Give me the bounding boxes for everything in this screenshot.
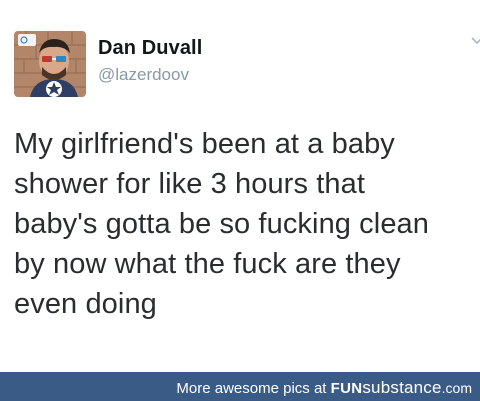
brand-tld: .com — [441, 380, 472, 396]
tweet-card: Dan Duvall @lazerdoov My girlfriend's be… — [0, 0, 480, 372]
chevron-down-icon[interactable] — [470, 34, 480, 48]
footer-credit: More awesome pics at FUNsubstance.com — [176, 378, 472, 398]
avatar[interactable] — [14, 31, 86, 97]
brand-name-light: substance — [362, 378, 442, 397]
tweet-text: My girlfriend's been at a baby shower fo… — [14, 128, 430, 320]
brand-name-bold: FUN — [330, 380, 363, 397]
watermark-footer: More awesome pics at FUNsubstance.com — [0, 372, 480, 401]
display-name[interactable]: Dan Duvall — [98, 37, 202, 60]
avatar-image — [14, 31, 86, 97]
footer-lead: More awesome pics at — [176, 380, 331, 397]
user-handle[interactable]: @lazerdoov — [98, 65, 189, 85]
